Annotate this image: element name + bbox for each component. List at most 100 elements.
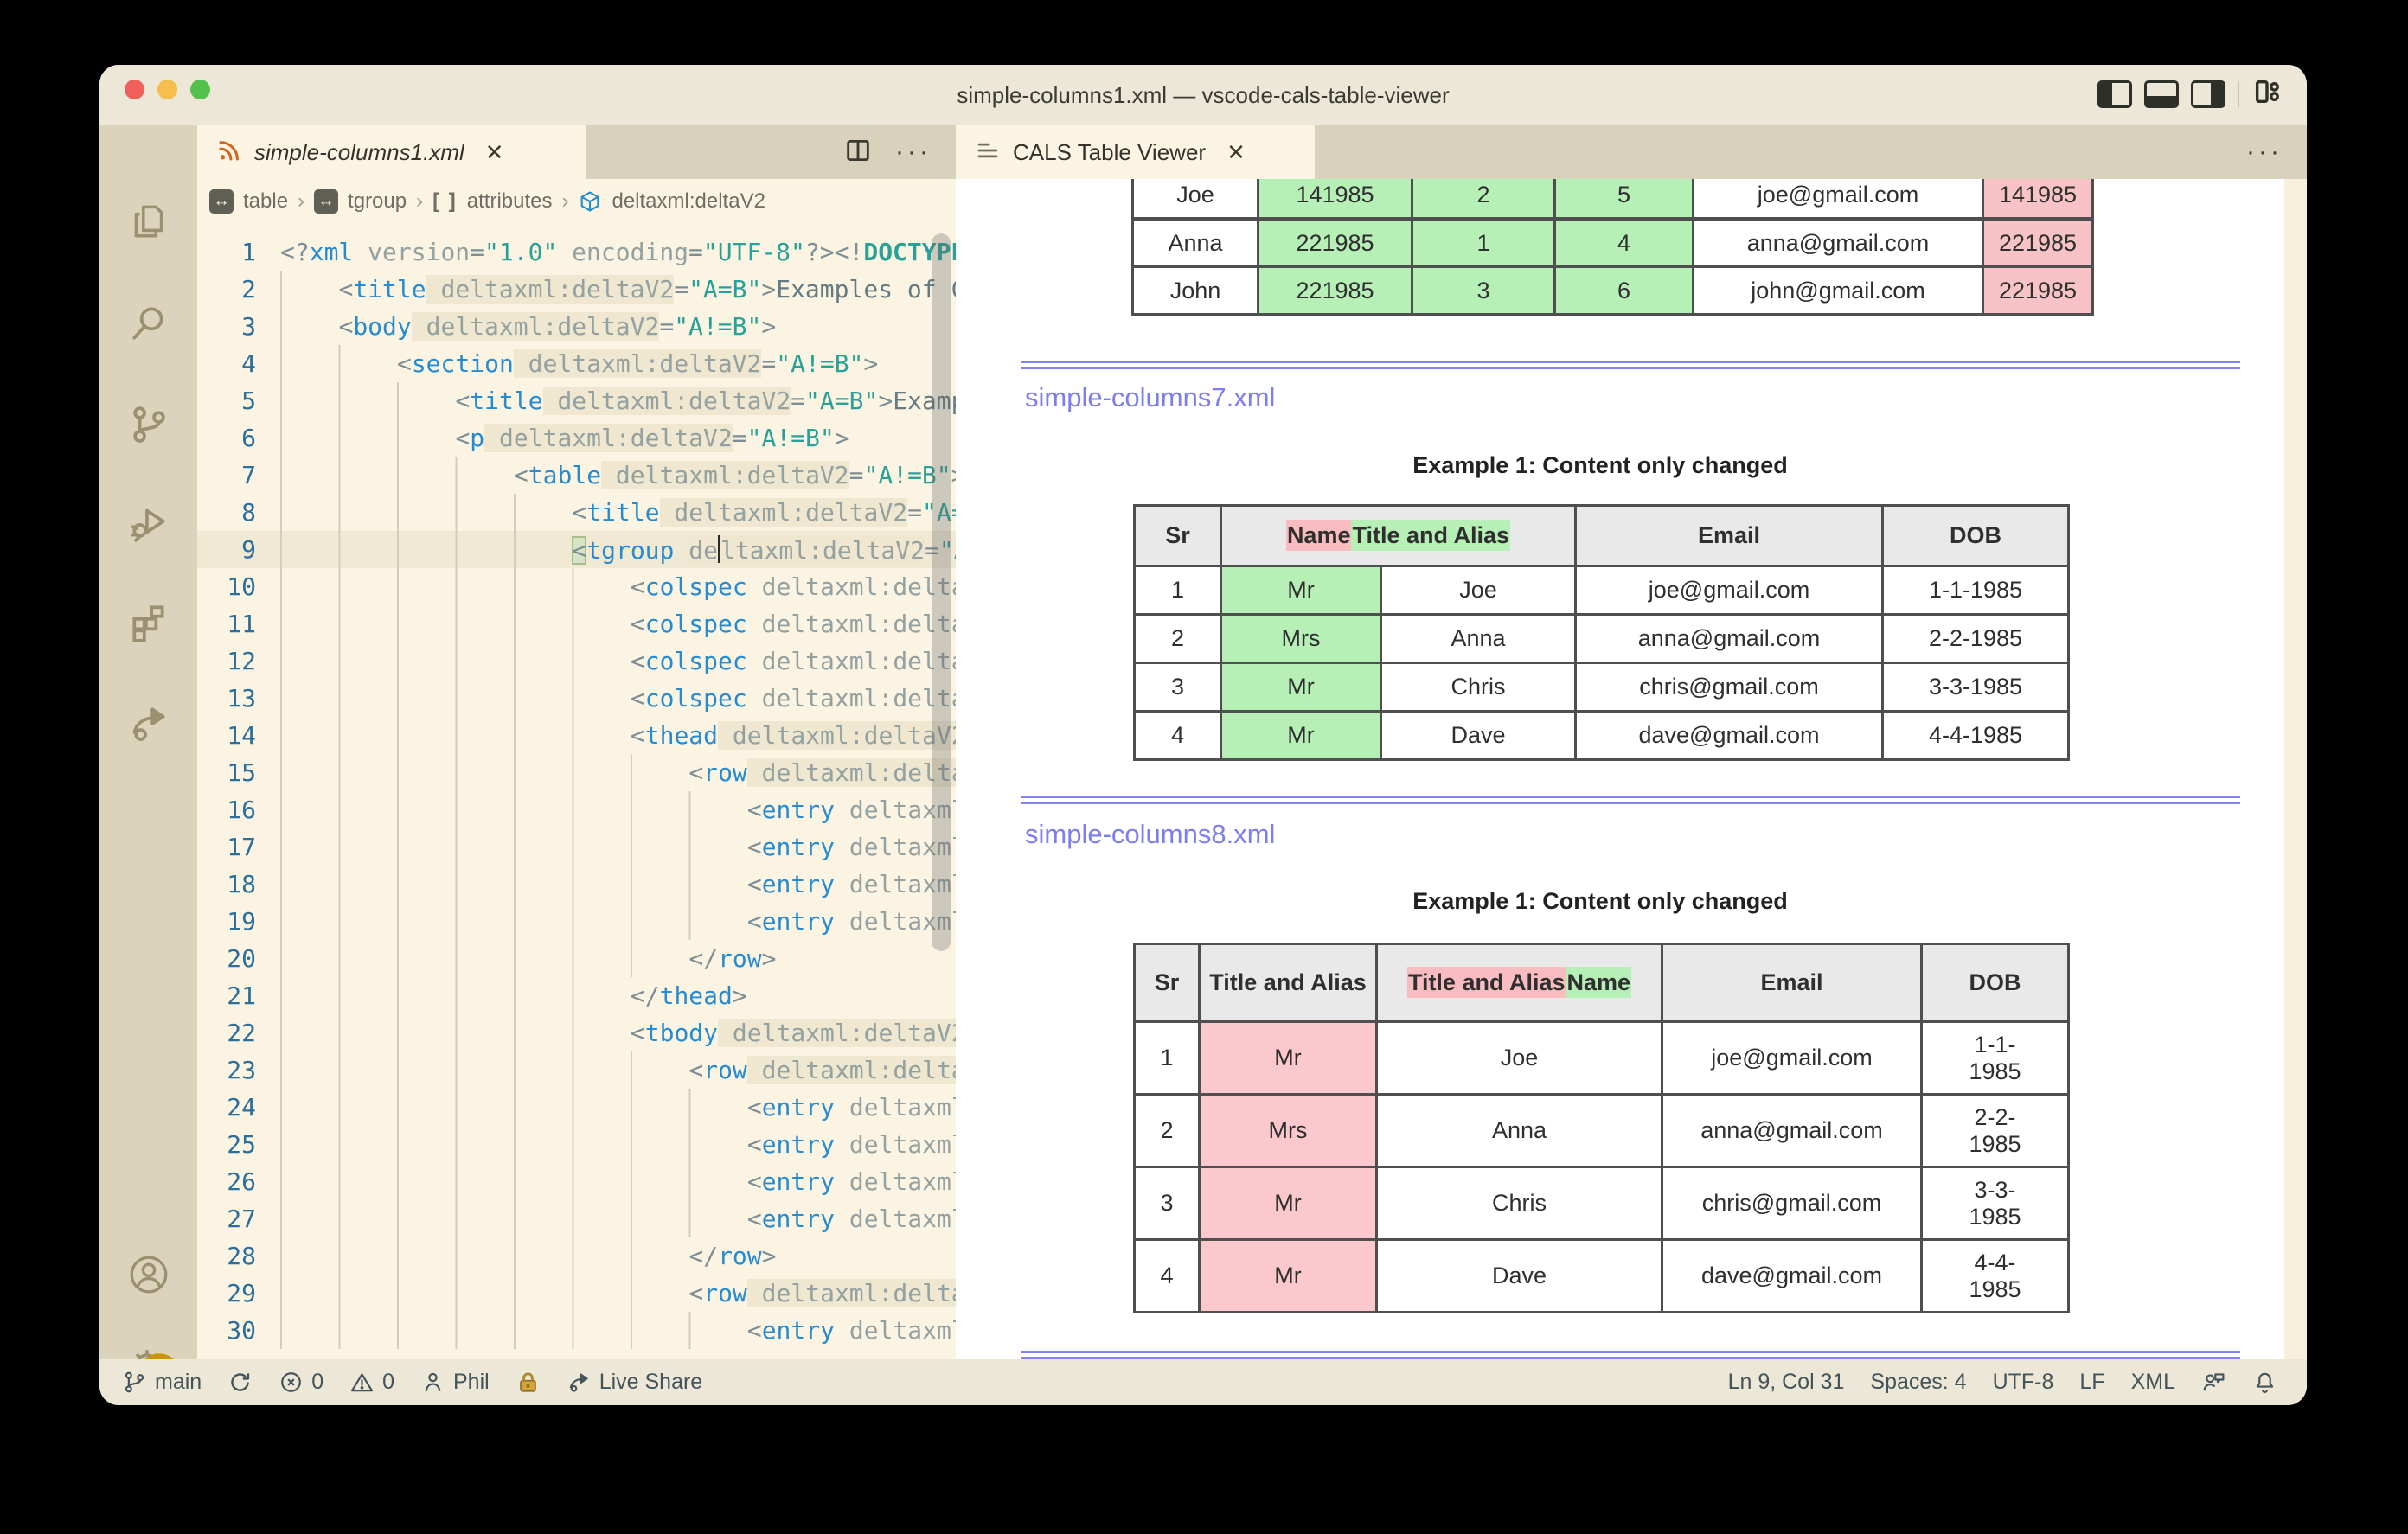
breadcrumb-item-attributes[interactable]: attributes — [467, 189, 553, 214]
feed-icon — [216, 137, 242, 168]
table-cell: Chris — [1381, 663, 1576, 712]
table-cell: anna@gmail.com — [1576, 615, 1883, 663]
code-line-29: 29<row deltaxml:deltaV2="A!=B"> — [197, 1275, 956, 1312]
status-item-utf-8[interactable]: UTF-8 — [1993, 1370, 2054, 1395]
code-line-13: 13<colspec deltaxml:deltaV2="A=B" colnam… — [197, 680, 956, 717]
error-icon — [279, 1370, 304, 1395]
toggle-secondary-sidebar-icon[interactable] — [2191, 80, 2225, 108]
table-cell: 1 — [1135, 566, 1221, 615]
table-cell: 1-1-1985 — [1883, 566, 2069, 615]
run-debug-icon[interactable] — [127, 501, 170, 544]
status-item-lock[interactable] — [516, 1370, 541, 1395]
diff-table-t7: SrNameTitle and AliasEmailDOB1MrJoejoe@g… — [1133, 504, 2070, 761]
table-row: Joe14198525joe@gmail.com141985 — [1133, 179, 2093, 220]
code-line-28: 28</row> — [197, 1237, 956, 1275]
diff-removed-text: Title and Alias — [1407, 967, 1566, 998]
status-item-branch[interactable]: main — [122, 1370, 202, 1395]
status-item-feedback[interactable] — [2201, 1370, 2226, 1395]
status-item-person[interactable]: Phil — [420, 1370, 490, 1395]
line-number: 3 — [197, 308, 280, 345]
table-cell: 5 — [1555, 179, 1694, 220]
explorer-icon[interactable] — [127, 200, 170, 243]
section-divider — [1021, 361, 2240, 369]
toggle-panel-icon[interactable] — [2144, 80, 2179, 108]
table-cell: Anna — [1377, 1095, 1662, 1167]
text-cursor — [718, 535, 720, 563]
table-cell: John — [1133, 267, 1258, 315]
file-link-simple-columns7[interactable]: simple-columns7.xml — [1025, 382, 1275, 413]
table-cell: 2 — [1135, 615, 1221, 663]
code-line-22: 22<tbody deltaxml:deltaV2="A!=B"> — [197, 1014, 956, 1051]
extensions-icon[interactable] — [127, 601, 170, 644]
status-item-error[interactable]: 0 — [279, 1370, 323, 1395]
status-item-spaces-4[interactable]: Spaces: 4 — [1870, 1370, 1966, 1395]
vscode-window: simple-columns1.xml — vscode-cals-table-… — [99, 65, 2307, 1405]
status-label: XML — [2131, 1370, 2175, 1395]
live-share-icon[interactable] — [127, 701, 170, 745]
account-icon[interactable] — [127, 1253, 170, 1296]
traffic-light-maximize-button[interactable] — [190, 80, 210, 99]
code-line-12: 12<colspec deltaxml:deltaV2="A=B" colnam… — [197, 642, 956, 680]
status-item-share[interactable]: Live Share — [567, 1370, 703, 1395]
breadcrumb-item-table[interactable]: table — [243, 189, 288, 214]
code-editor[interactable]: 1<?xml version="1.0" encoding="UTF-8"?><… — [197, 223, 956, 1359]
status-label: UTF-8 — [1993, 1370, 2054, 1395]
status-label: 0 — [311, 1370, 323, 1395]
breadcrumb-separator: › — [561, 189, 568, 214]
table-row: 3MrChrischris@gmail.com3-3- 1985 — [1135, 1167, 2069, 1240]
attributes-brackets-icon: [ ] — [432, 189, 458, 214]
line-number: 24 — [197, 1089, 280, 1126]
header-cell: DOB — [1922, 944, 2069, 1022]
warning-icon — [349, 1370, 375, 1395]
breadcrumb: ↔table›↔tgroup›[ ]attributes›deltaxml:de… — [197, 179, 956, 223]
line-number: 4 — [197, 345, 280, 382]
tab-simple-columns1[interactable]: simple-columns1.xml ✕ — [197, 125, 586, 179]
line-number: 25 — [197, 1126, 280, 1163]
search-icon[interactable] — [127, 302, 170, 345]
line-number: 14 — [197, 717, 280, 754]
split-editor-icon[interactable] — [843, 136, 873, 169]
table-header-row: SrNameTitle and AliasEmailDOB — [1135, 506, 2069, 566]
status-label: Phil — [453, 1370, 490, 1395]
line-number: 18 — [197, 866, 280, 903]
status-item-warning[interactable]: 0 — [349, 1370, 394, 1395]
status-item-bell[interactable] — [2252, 1370, 2277, 1395]
toggle-primary-sidebar-icon[interactable] — [2097, 80, 2132, 108]
divider — [2238, 81, 2239, 107]
line-number: 9 — [197, 531, 280, 568]
feedback-icon — [2201, 1370, 2226, 1395]
status-item-ln-9-col-31[interactable]: Ln 9, Col 31 — [1728, 1370, 1845, 1395]
breadcrumb-item-tgroup[interactable]: tgroup — [348, 189, 407, 214]
status-item-xml[interactable]: XML — [2131, 1370, 2175, 1395]
diff-added-text: Title and Alias — [1351, 520, 1510, 551]
line-number: 2 — [197, 271, 280, 308]
header-cell: Sr — [1135, 944, 1200, 1022]
tab-cals-table-viewer[interactable]: CALS Table Viewer ✕ — [956, 125, 1315, 179]
customize-layout-icon[interactable] — [2251, 77, 2283, 111]
table-cell: 141985 — [1258, 179, 1412, 220]
code-line-11: 11<colspec deltaxml:deltaV2="A=B" colnam… — [197, 605, 956, 642]
table-cell: 3 — [1135, 663, 1221, 712]
line-number: 23 — [197, 1051, 280, 1089]
webview-scrollbar-gutter[interactable] — [2284, 179, 2307, 1359]
source-control-icon[interactable] — [127, 402, 170, 445]
close-icon[interactable]: ✕ — [1226, 139, 1246, 166]
more-actions-icon[interactable]: ··· — [2246, 139, 2283, 165]
table-cell: Dave — [1381, 712, 1576, 760]
table-cell: Mrs — [1221, 615, 1381, 663]
traffic-light-close-button[interactable] — [125, 80, 144, 99]
breadcrumb-item-deltaxml-deltav2[interactable]: deltaxml:deltaV2 — [612, 189, 765, 214]
close-icon[interactable]: ✕ — [485, 139, 504, 166]
status-item-sync[interactable] — [227, 1370, 253, 1395]
file-link-simple-columns8[interactable]: simple-columns8.xml — [1025, 819, 1275, 850]
editor-tab-bar: simple-columns1.xml ✕ ··· — [197, 125, 956, 179]
traffic-light-minimize-button[interactable] — [157, 80, 177, 99]
header-cell: NameTitle and Alias — [1221, 506, 1576, 566]
more-actions-icon[interactable]: ··· — [895, 139, 932, 165]
table-cell: anna@gmail.com — [1662, 1095, 1922, 1167]
tab-label: simple-columns1.xml — [254, 139, 464, 166]
code-line-25: 25<entry deltaxml:deltaV2="A=B"> — [197, 1126, 956, 1163]
status-item-lf[interactable]: LF — [2079, 1370, 2104, 1395]
editor-scrollbar[interactable] — [932, 233, 951, 951]
table-row: 4MrDavedave@gmail.com4-4- 1985 — [1135, 1240, 2069, 1313]
